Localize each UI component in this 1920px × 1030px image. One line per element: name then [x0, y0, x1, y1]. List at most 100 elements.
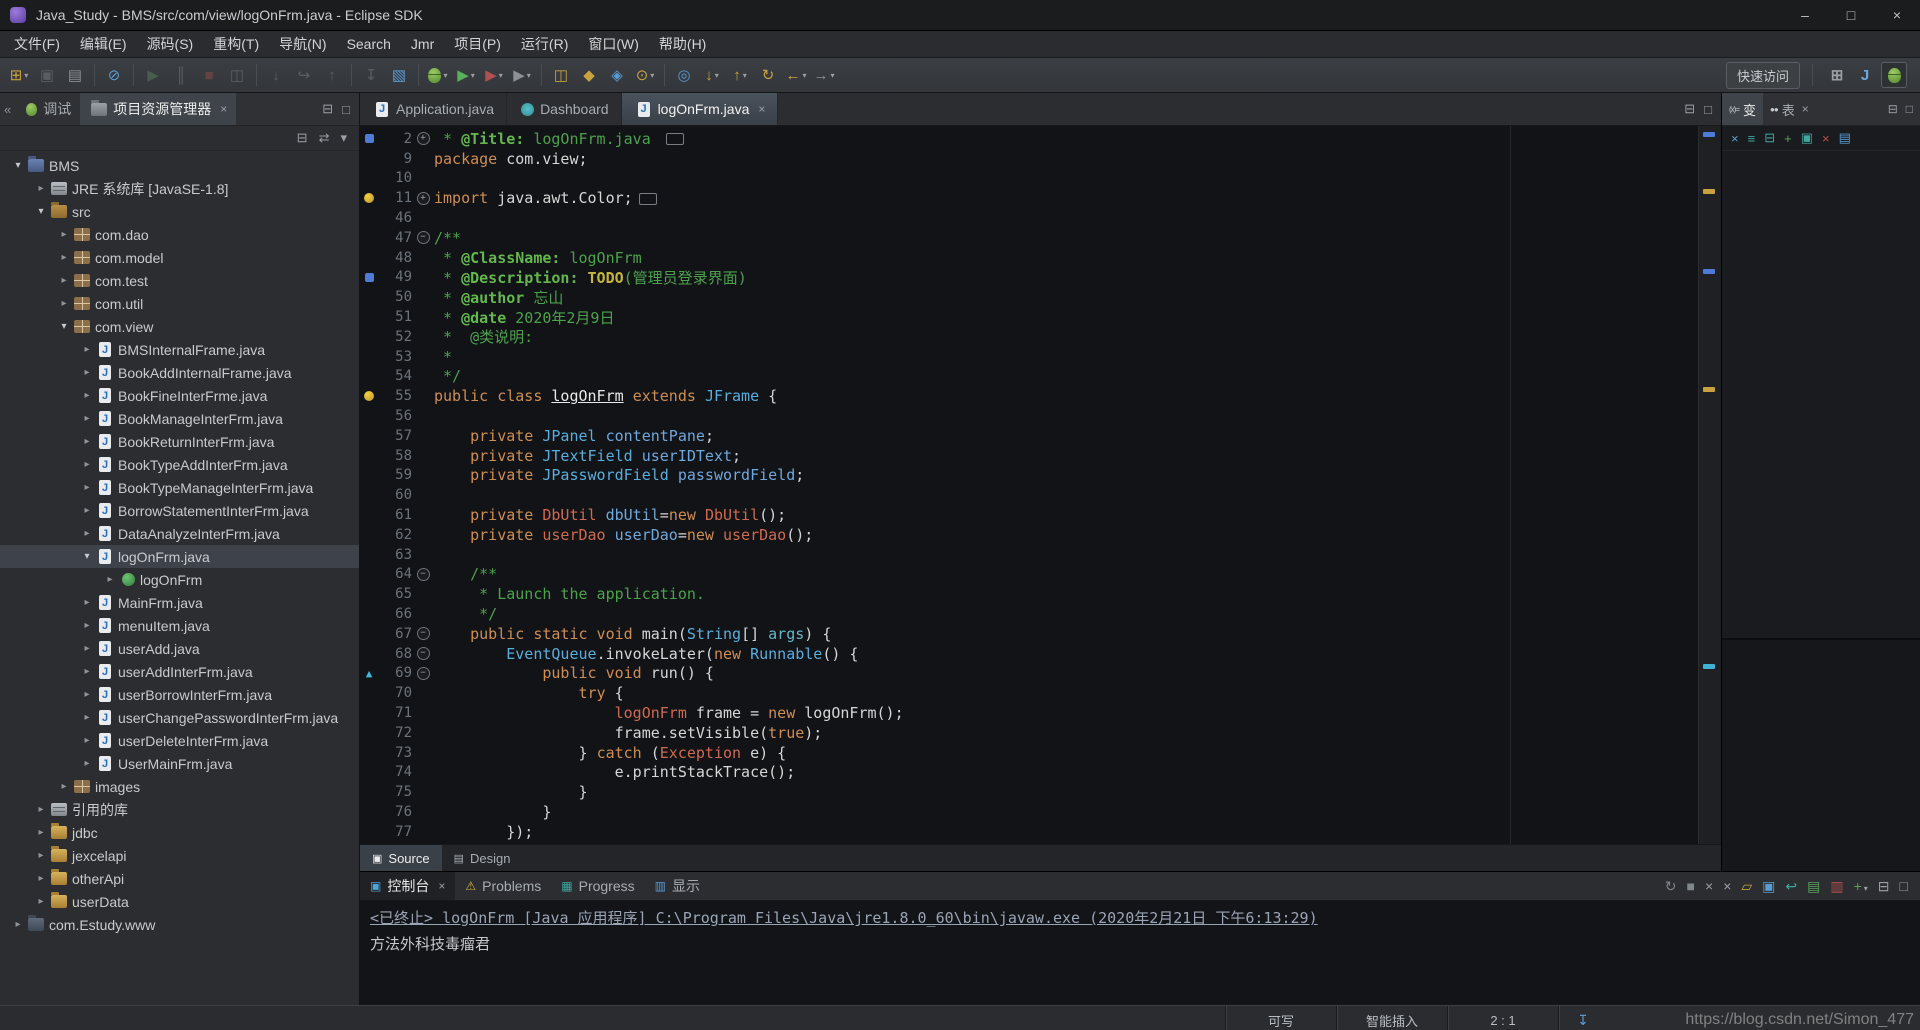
- code-line[interactable]: 75 }: [360, 782, 1698, 802]
- tree-item[interactable]: ▸ com.model: [0, 246, 359, 269]
- overview-marker[interactable]: [1703, 664, 1715, 669]
- maximize-button[interactable]: □: [1828, 0, 1874, 30]
- external-tools-button[interactable]: ▶ ▾: [508, 62, 536, 88]
- tree-arrow-icon[interactable]: ▸: [79, 390, 95, 401]
- tree-arrow-icon[interactable]: ▸: [79, 758, 95, 769]
- menu-item-3[interactable]: 重构(T): [203, 31, 269, 57]
- new-java-project-button[interactable]: ◫: [547, 62, 575, 88]
- tree-arrow-icon[interactable]: ▸: [79, 597, 95, 608]
- tree-arrow-icon[interactable]: ▸: [79, 505, 95, 516]
- maximize-panel-button[interactable]: □: [1906, 102, 1913, 116]
- minimize-panel-button[interactable]: ⊟: [1888, 102, 1898, 116]
- fold-toggle-icon[interactable]: −: [416, 567, 430, 581]
- step-into-button[interactable]: ↓: [262, 62, 290, 88]
- tree-arrow-icon[interactable]: ▸: [33, 896, 49, 907]
- tree-arrow-icon[interactable]: ▸: [79, 482, 95, 493]
- tree-arrow-icon[interactable]: ▸: [79, 689, 95, 700]
- code-line[interactable]: 61 private DbUtil dbUtil=new DbUtil();: [360, 505, 1698, 525]
- display-selected-console-button[interactable]: ▥: [1830, 878, 1843, 895]
- menu-item-2[interactable]: 源码(S): [137, 31, 204, 57]
- save-button[interactable]: ▣: [33, 62, 61, 88]
- collapse-all-button[interactable]: ⊟: [1764, 130, 1775, 146]
- use-step-filters-button[interactable]: ▧: [385, 62, 413, 88]
- tree-arrow-icon[interactable]: ▸: [33, 827, 49, 838]
- code-line[interactable]: 51 * @date 2020年2月9日: [360, 307, 1698, 327]
- close-icon[interactable]: ×: [1802, 102, 1809, 116]
- tree-arrow-icon[interactable]: ▾: [10, 160, 26, 171]
- collapse-all-button[interactable]: ⊟: [297, 130, 308, 146]
- code-line[interactable]: 50 * @author 忘山: [360, 287, 1698, 307]
- tab-design[interactable]: ▤ Design: [442, 845, 523, 871]
- code-line[interactable]: 53 *: [360, 347, 1698, 367]
- tree-item[interactable]: ▸ userDeleteInterFrm.java: [0, 729, 359, 752]
- menu-item-10[interactable]: 帮助(H): [649, 31, 716, 57]
- tree-arrow-icon[interactable]: ▸: [33, 873, 49, 884]
- tree-item[interactable]: ▸ jdbc: [0, 821, 359, 844]
- tree-arrow-icon[interactable]: ▸: [33, 804, 49, 815]
- tree-item[interactable]: ▸ BookManageInterFrm.java: [0, 407, 359, 430]
- tree-item[interactable]: ▸ com.test: [0, 269, 359, 292]
- terminate-button[interactable]: ■: [195, 62, 223, 88]
- view-menu-button[interactable]: ▾: [340, 130, 347, 146]
- close-icon[interactable]: ×: [758, 102, 765, 116]
- tree-item[interactable]: ▸ userData: [0, 890, 359, 913]
- skip-all-breakpoints-button[interactable]: ⊘: [100, 62, 128, 88]
- forward-button[interactable]: → ▾: [810, 62, 838, 88]
- open-perspective-button[interactable]: ⊞: [1825, 63, 1849, 87]
- code-line[interactable]: 71 logOnFrm frame = new logOnFrm();: [360, 703, 1698, 723]
- tree-item[interactable]: ▸ otherApi: [0, 867, 359, 890]
- close-icon[interactable]: ×: [438, 879, 445, 893]
- code-line[interactable]: 64− /**: [360, 565, 1698, 585]
- tree-item[interactable]: ▸ BookTypeAddInterFrm.java: [0, 453, 359, 476]
- tree-item[interactable]: ▸ com.dao: [0, 223, 359, 246]
- step-return-button[interactable]: ↑: [318, 62, 346, 88]
- tree-item[interactable]: ▸ UserMainFrm.java: [0, 752, 359, 775]
- tree-arrow-icon[interactable]: ▸: [33, 850, 49, 861]
- tree-item[interactable]: ▾ src: [0, 200, 359, 223]
- layout-button[interactable]: ▤: [1839, 130, 1851, 146]
- tree-item[interactable]: ▸ BMSInternalFrame.java: [0, 338, 359, 361]
- console-output-area[interactable]: <已终止> logOnFrm [Java 应用程序] C:\Program Fi…: [360, 901, 1920, 1006]
- open-console-button[interactable]: + ▾: [1854, 878, 1868, 894]
- overview-marker[interactable]: [1703, 387, 1715, 392]
- tree-arrow-icon[interactable]: ▸: [79, 735, 95, 746]
- tree-item[interactable]: ▸ jexcelapi: [0, 844, 359, 867]
- tree-item[interactable]: ▸ userBorrowInterFrm.java: [0, 683, 359, 706]
- tree-arrow-icon[interactable]: ▸: [56, 275, 72, 286]
- tree-arrow-icon[interactable]: ▸: [79, 413, 95, 424]
- tab-project-explorer[interactable]: 项目资源管理器 ×: [80, 93, 237, 125]
- code-line[interactable]: 56: [360, 406, 1698, 426]
- remove-all-button[interactable]: ×: [1822, 131, 1830, 146]
- tree-arrow-icon[interactable]: ▸: [10, 919, 26, 930]
- status-download-icon[interactable]: ↧: [1558, 1006, 1607, 1030]
- tree-arrow-icon[interactable]: ▾: [56, 321, 72, 332]
- next-annotation-button[interactable]: ↓ ▾: [698, 62, 726, 88]
- tree-item[interactable]: ▸ com.util: [0, 292, 359, 315]
- tab-breakpoints[interactable]: ●● 表 ×: [1763, 93, 1816, 125]
- code-line[interactable]: 46: [360, 208, 1698, 228]
- menu-item-4[interactable]: 导航(N): [269, 31, 336, 57]
- code-line[interactable]: 10: [360, 169, 1698, 189]
- tree-arrow-icon[interactable]: ▾: [33, 206, 49, 217]
- console-tab-Progress[interactable]: ▦ Progress: [551, 872, 644, 900]
- tree-item[interactable]: ▸ 引用的库: [0, 798, 359, 821]
- fold-toggle-icon[interactable]: −: [416, 231, 430, 245]
- code-line[interactable]: 67− public static void main(String[] arg…: [360, 624, 1698, 644]
- menu-item-6[interactable]: Jmr: [401, 31, 444, 57]
- previous-annotation-button[interactable]: ↑ ▾: [726, 62, 754, 88]
- tree-item[interactable]: ▸ BookFineInterFrme.java: [0, 384, 359, 407]
- tree-arrow-icon[interactable]: ▸: [56, 252, 72, 263]
- code-line[interactable]: 54 */: [360, 367, 1698, 387]
- tree-arrow-icon[interactable]: ▸: [79, 344, 95, 355]
- minimize-view-button[interactable]: ⊟: [322, 101, 333, 117]
- maximize-console-button[interactable]: □: [1900, 878, 1908, 894]
- code-line[interactable]: 2 + * @Title: logOnFrm.java: [360, 129, 1698, 149]
- link-with-editor-button[interactable]: ⇄: [319, 130, 330, 146]
- back-button[interactable]: ← ▾: [782, 62, 810, 88]
- tree-arrow-icon[interactable]: ▸: [79, 459, 95, 470]
- tree-item[interactable]: ▸ userAddInterFrm.java: [0, 660, 359, 683]
- search-button[interactable]: ⊙ ▾: [631, 62, 659, 88]
- tree-item[interactable]: ▸ BookTypeManageInterFrm.java: [0, 476, 359, 499]
- scroll-lock-button[interactable]: ▣: [1762, 878, 1775, 895]
- run-button[interactable]: ▶ ▾: [452, 62, 480, 88]
